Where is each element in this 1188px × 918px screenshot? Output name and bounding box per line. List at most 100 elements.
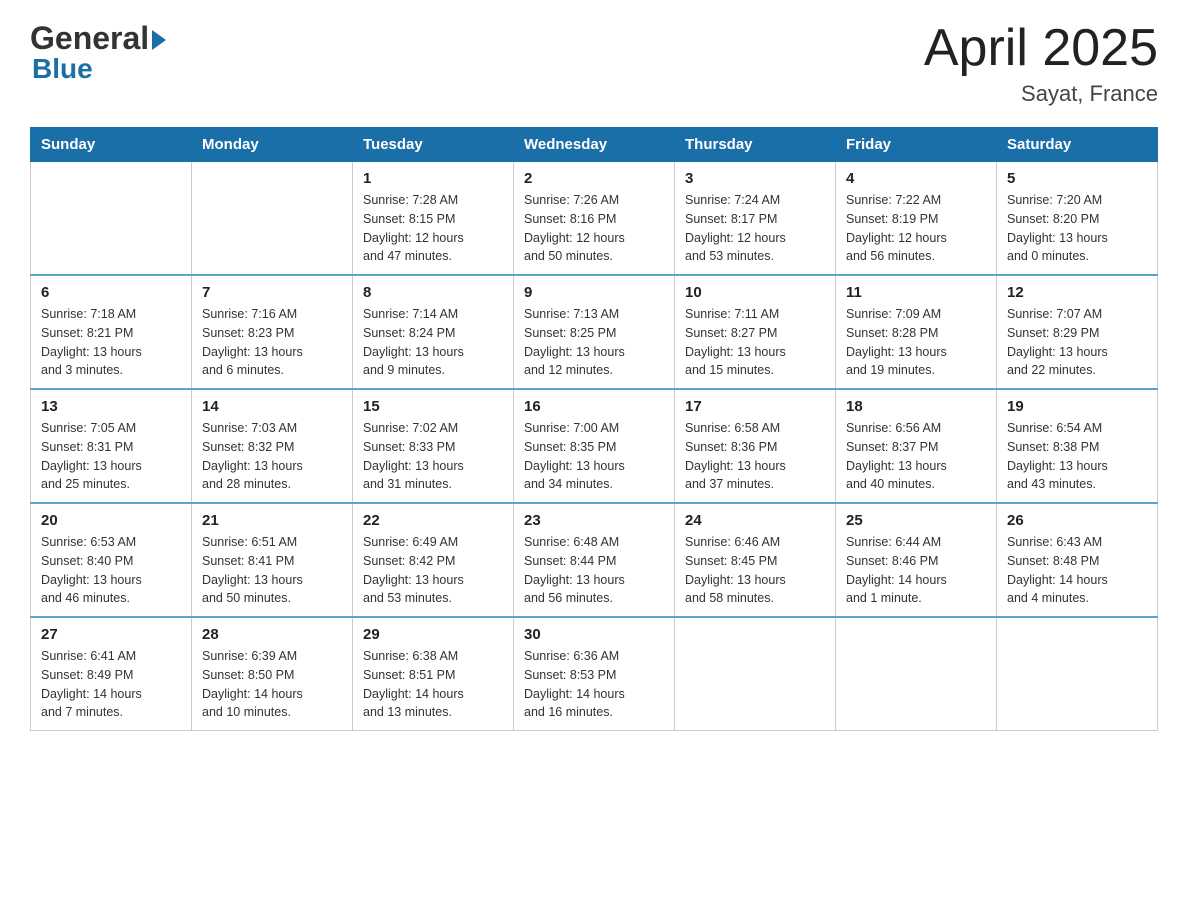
day-number: 27 [41,626,181,643]
day-number: 23 [524,512,664,529]
day-info: Sunrise: 7:11 AM Sunset: 8:27 PM Dayligh… [685,305,825,380]
calendar-cell [836,617,997,731]
location: Sayat, France [924,81,1158,107]
calendar-cell: 27Sunrise: 6:41 AM Sunset: 8:49 PM Dayli… [31,617,192,731]
col-tuesday: Tuesday [353,128,514,162]
day-info: Sunrise: 7:03 AM Sunset: 8:32 PM Dayligh… [202,419,342,494]
calendar-cell: 8Sunrise: 7:14 AM Sunset: 8:24 PM Daylig… [353,275,514,389]
day-info: Sunrise: 6:36 AM Sunset: 8:53 PM Dayligh… [524,647,664,722]
day-info: Sunrise: 6:44 AM Sunset: 8:46 PM Dayligh… [846,533,986,608]
calendar-table: Sunday Monday Tuesday Wednesday Thursday… [30,127,1158,731]
title-section: April 2025 Sayat, France [924,20,1158,107]
day-info: Sunrise: 7:18 AM Sunset: 8:21 PM Dayligh… [41,305,181,380]
day-info: Sunrise: 7:16 AM Sunset: 8:23 PM Dayligh… [202,305,342,380]
calendar-header-row: Sunday Monday Tuesday Wednesday Thursday… [31,128,1158,162]
logo-general: General [30,20,149,57]
day-number: 6 [41,284,181,301]
day-number: 30 [524,626,664,643]
day-info: Sunrise: 7:22 AM Sunset: 8:19 PM Dayligh… [846,191,986,266]
day-number: 25 [846,512,986,529]
day-number: 20 [41,512,181,529]
logo-triangle-icon [152,30,166,50]
day-number: 7 [202,284,342,301]
calendar-cell: 19Sunrise: 6:54 AM Sunset: 8:38 PM Dayli… [997,389,1158,503]
day-info: Sunrise: 6:46 AM Sunset: 8:45 PM Dayligh… [685,533,825,608]
day-number: 5 [1007,170,1147,187]
calendar-cell: 7 Sunrise: 7:16 AM Sunset: 8:23 PM Daylig… [192,275,353,389]
col-friday: Friday [836,128,997,162]
col-thursday: Thursday [675,128,836,162]
calendar-cell: 10Sunrise: 7:11 AM Sunset: 8:27 PM Dayli… [675,275,836,389]
calendar-cell: 18 Sunrise: 6:56 AM Sunset: 8:37 PM Dayli… [836,389,997,503]
col-monday: Monday [192,128,353,162]
calendar-cell: 9 Sunrise: 7:13 AM Sunset: 8:25 PM Daylig… [514,275,675,389]
col-sunday: Sunday [31,128,192,162]
day-info: Sunrise: 6:49 AM Sunset: 8:42 PM Dayligh… [363,533,503,608]
col-wednesday: Wednesday [514,128,675,162]
calendar-cell: 29 Sunrise: 6:38 AM Sunset: 8:51 PM Dayli… [353,617,514,731]
calendar-week-4: 20Sunrise: 6:53 AM Sunset: 8:40 PM Dayli… [31,503,1158,617]
day-number: 8 [363,284,503,301]
calendar-cell: 28Sunrise: 6:39 AM Sunset: 8:50 PM Dayli… [192,617,353,731]
day-number: 22 [363,512,503,529]
calendar-cell: 17 Sunrise: 6:58 AM Sunset: 8:36 PM Dayli… [675,389,836,503]
month-title: April 2025 [924,20,1158,77]
calendar-cell: 20Sunrise: 6:53 AM Sunset: 8:40 PM Dayli… [31,503,192,617]
calendar-cell: 2 Sunrise: 7:26 AM Sunset: 8:16 PM Daylig… [514,162,675,276]
calendar-cell: 23 Sunrise: 6:48 AM Sunset: 8:44 PM Dayli… [514,503,675,617]
day-info: Sunrise: 7:20 AM Sunset: 8:20 PM Dayligh… [1007,191,1147,266]
calendar-cell: 4 Sunrise: 7:22 AM Sunset: 8:19 PM Daylig… [836,162,997,276]
day-number: 26 [1007,512,1147,529]
calendar-cell: 1 Sunrise: 7:28 AM Sunset: 8:15 PM Daylig… [353,162,514,276]
calendar-cell [675,617,836,731]
logo: General Blue [30,20,166,85]
calendar-cell: 14 Sunrise: 7:03 AM Sunset: 8:32 PM Dayli… [192,389,353,503]
day-info: Sunrise: 6:48 AM Sunset: 8:44 PM Dayligh… [524,533,664,608]
day-number: 21 [202,512,342,529]
calendar-cell: 6 Sunrise: 7:18 AM Sunset: 8:21 PM Daylig… [31,275,192,389]
calendar-cell: 5 Sunrise: 7:20 AM Sunset: 8:20 PM Daylig… [997,162,1158,276]
day-info: Sunrise: 7:13 AM Sunset: 8:25 PM Dayligh… [524,305,664,380]
day-number: 17 [685,398,825,415]
day-number: 3 [685,170,825,187]
calendar-cell [997,617,1158,731]
day-number: 13 [41,398,181,415]
day-number: 15 [363,398,503,415]
day-number: 19 [1007,398,1147,415]
day-info: Sunrise: 7:28 AM Sunset: 8:15 PM Dayligh… [363,191,503,266]
calendar-cell: 24Sunrise: 6:46 AM Sunset: 8:45 PM Dayli… [675,503,836,617]
calendar-cell: 30 Sunrise: 6:36 AM Sunset: 8:53 PM Dayli… [514,617,675,731]
day-number: 2 [524,170,664,187]
day-number: 29 [363,626,503,643]
day-number: 28 [202,626,342,643]
calendar-cell: 15 Sunrise: 7:02 AM Sunset: 8:33 PM Dayli… [353,389,514,503]
day-info: Sunrise: 7:00 AM Sunset: 8:35 PM Dayligh… [524,419,664,494]
calendar-week-1: 1 Sunrise: 7:28 AM Sunset: 8:15 PM Daylig… [31,162,1158,276]
day-info: Sunrise: 7:05 AM Sunset: 8:31 PM Dayligh… [41,419,181,494]
day-info: Sunrise: 6:43 AM Sunset: 8:48 PM Dayligh… [1007,533,1147,608]
day-number: 16 [524,398,664,415]
day-info: Sunrise: 7:09 AM Sunset: 8:28 PM Dayligh… [846,305,986,380]
day-number: 12 [1007,284,1147,301]
calendar-cell [192,162,353,276]
calendar-cell [31,162,192,276]
day-info: Sunrise: 7:26 AM Sunset: 8:16 PM Dayligh… [524,191,664,266]
day-number: 4 [846,170,986,187]
day-info: Sunrise: 6:58 AM Sunset: 8:36 PM Dayligh… [685,419,825,494]
calendar-cell: 13 Sunrise: 7:05 AM Sunset: 8:31 PM Dayli… [31,389,192,503]
calendar-cell: 12 Sunrise: 7:07 AM Sunset: 8:29 PM Dayli… [997,275,1158,389]
day-info: Sunrise: 6:56 AM Sunset: 8:37 PM Dayligh… [846,419,986,494]
day-number: 18 [846,398,986,415]
calendar-cell: 22 Sunrise: 6:49 AM Sunset: 8:42 PM Dayli… [353,503,514,617]
page-header: General Blue April 2025 Sayat, France [30,20,1158,107]
day-info: Sunrise: 6:38 AM Sunset: 8:51 PM Dayligh… [363,647,503,722]
day-number: 14 [202,398,342,415]
day-info: Sunrise: 7:24 AM Sunset: 8:17 PM Dayligh… [685,191,825,266]
day-info: Sunrise: 7:07 AM Sunset: 8:29 PM Dayligh… [1007,305,1147,380]
day-number: 1 [363,170,503,187]
day-number: 9 [524,284,664,301]
logo-blue: Blue [32,53,93,85]
calendar-week-2: 6 Sunrise: 7:18 AM Sunset: 8:21 PM Daylig… [31,275,1158,389]
day-info: Sunrise: 7:02 AM Sunset: 8:33 PM Dayligh… [363,419,503,494]
calendar-cell: 3 Sunrise: 7:24 AM Sunset: 8:17 PM Daylig… [675,162,836,276]
